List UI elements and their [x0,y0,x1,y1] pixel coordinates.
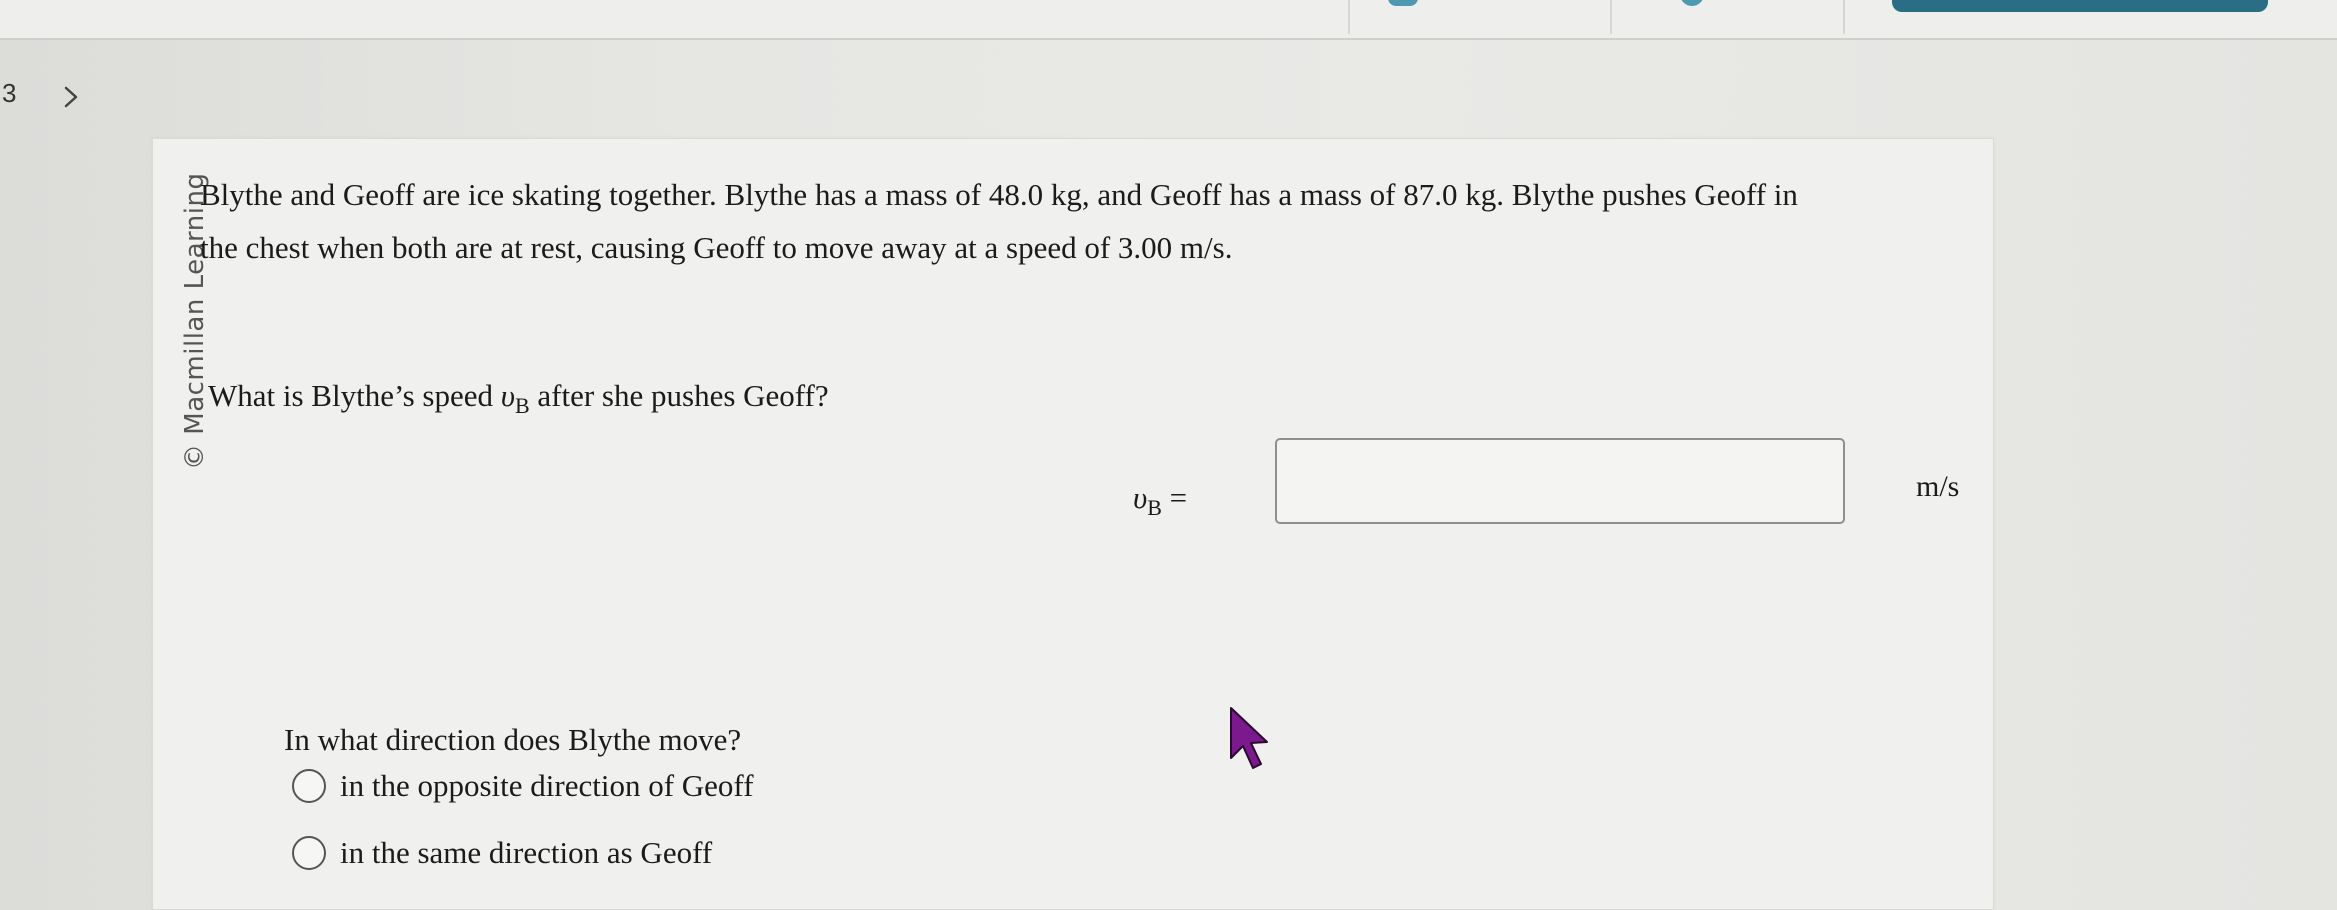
answer-equals: = [1161,480,1188,515]
chevron-right-icon[interactable] [58,84,84,110]
problem-line-1: Blythe and Geoff are ice skating togethe… [200,177,1798,212]
speed-answer-input[interactable] [1275,438,1845,524]
direction-question: In what direction does Blythe move? [284,722,742,757]
toolbar-primary-button[interactable] [1892,0,2268,12]
velocity-subscript: B [514,393,530,418]
answer-subscript: B [1147,495,1162,520]
option-same-direction[interactable]: in the same direction as Geoff [292,835,712,871]
toolbar-divider [1843,0,1845,34]
speed-question-prefix: What is Blythe’s speed [208,378,501,413]
toolbar-icon[interactable] [1388,0,1418,6]
option-opposite-direction[interactable]: in the opposite direction of Geoff [292,768,754,804]
speed-question-suffix: after she pushes Geoff? [529,378,829,413]
problem-line-2: the chest when both are at rest, causing… [200,230,1233,265]
top-toolbar [0,0,2337,40]
answer-unit: m/s [1916,470,1960,503]
velocity-symbol: υ [500,378,515,413]
radio-same-direction[interactable] [292,836,326,870]
radio-opposite-direction[interactable] [292,769,326,803]
answer-label: υB = [1133,480,1188,520]
answer-var: υ [1133,480,1148,515]
toolbar-divider [1610,0,1612,34]
mouse-cursor-icon [1230,707,1268,769]
speed-question: What is Blythe’s speed υB after she push… [208,378,829,418]
question-number[interactable]: 3 [2,78,16,109]
toolbar-divider [1348,0,1350,34]
toolbar-icon[interactable] [1680,0,1704,6]
option-same-label: in the same direction as Geoff [340,835,713,870]
option-opposite-label: in the opposite direction of Geoff [340,768,754,803]
problem-statement: Blythe and Geoff are ice skating togethe… [200,168,2000,274]
